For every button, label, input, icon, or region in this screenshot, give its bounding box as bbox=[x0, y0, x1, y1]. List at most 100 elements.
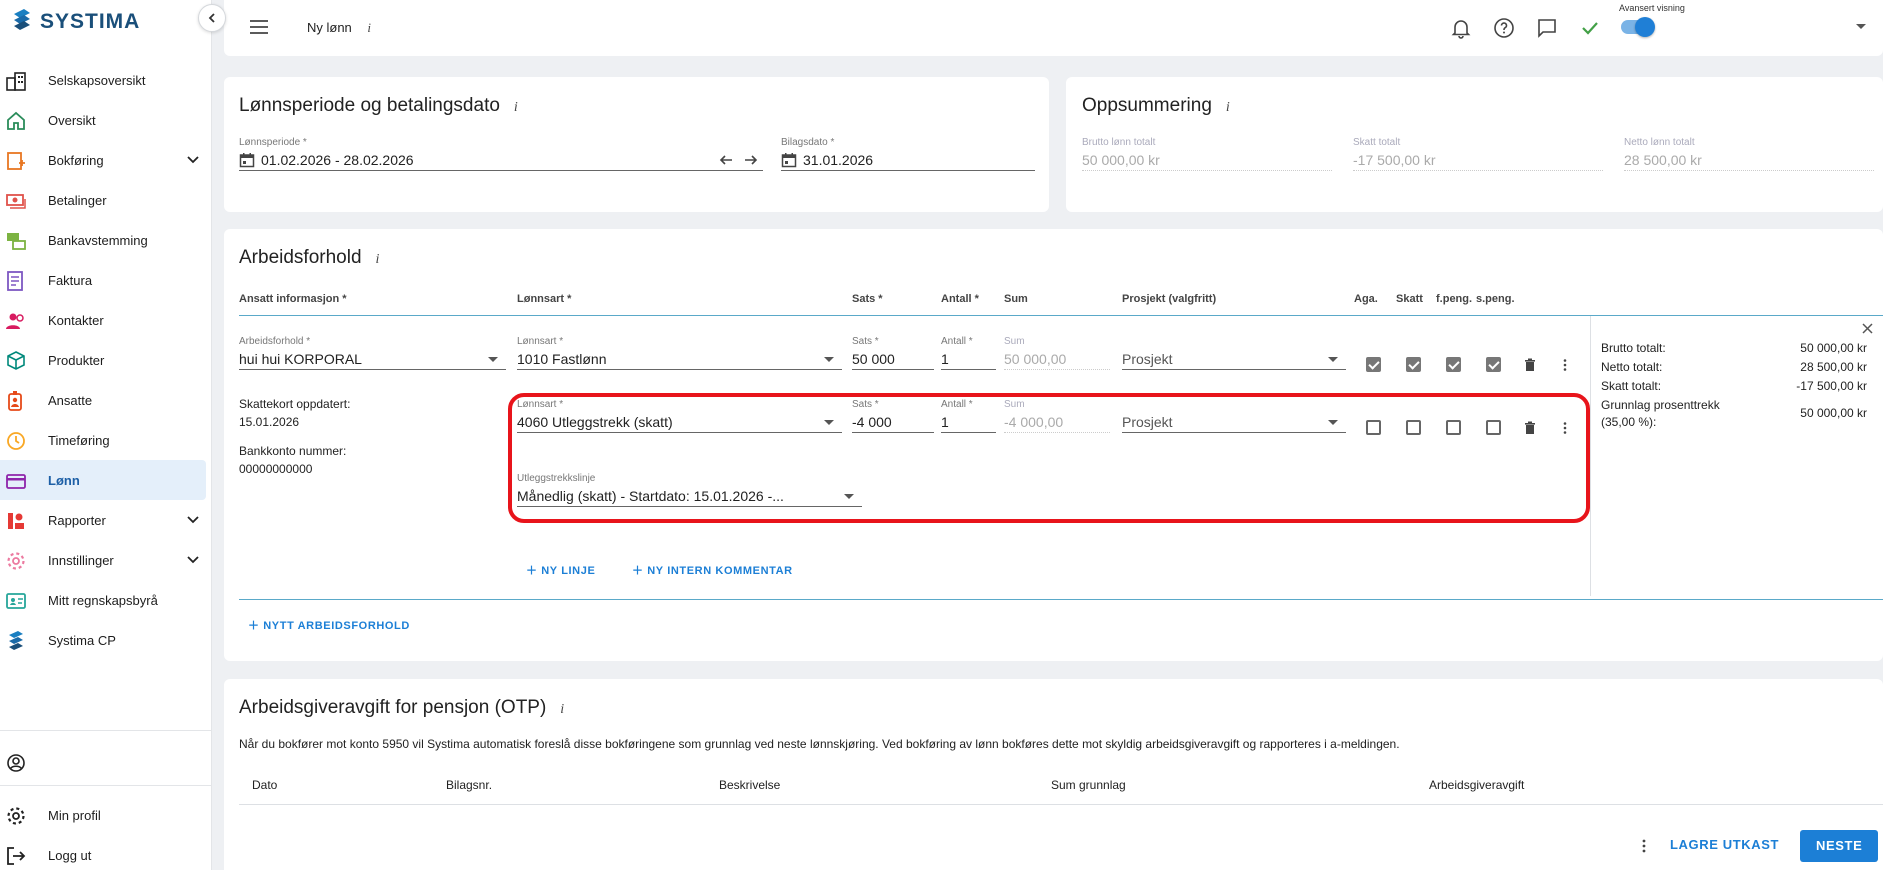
net-total-value: 28 500,00 kr bbox=[1624, 149, 1874, 171]
help-icon[interactable] bbox=[1493, 17, 1515, 39]
rate-input-line-2[interactable]: Sats * -4 000 bbox=[852, 398, 934, 433]
quantity-value[interactable]: 1 bbox=[941, 411, 996, 433]
rate-input-line-1[interactable]: Sats * 50 000 bbox=[852, 335, 934, 370]
accounting-firm-icon bbox=[6, 593, 26, 609]
pay-type-select-line-2[interactable]: Lønnsart * 4060 Utleggstrekk (skatt) bbox=[517, 398, 842, 433]
dropdown-caret[interactable] bbox=[824, 420, 834, 425]
employment-select[interactable]: Arbeidsforhold * hui hui KORPORAL bbox=[239, 335, 506, 370]
rate-value[interactable]: 50 000 bbox=[852, 348, 934, 370]
card-title-text: Arbeidsforhold bbox=[239, 247, 362, 268]
sidebar-item-rapporter[interactable]: Rapporter bbox=[0, 500, 212, 540]
speng-checkbox-line-2[interactable] bbox=[1486, 420, 1501, 435]
gross-total-label: Brutto totalt: bbox=[1601, 341, 1666, 355]
sidebar-item-bokforing[interactable]: Bokføring bbox=[0, 140, 212, 180]
sidebar-item-logg-ut[interactable]: Logg ut bbox=[0, 835, 212, 870]
rate-value[interactable]: -4 000 bbox=[852, 411, 934, 433]
more-vert-icon[interactable] bbox=[1638, 838, 1650, 854]
systima-logo[interactable]: SYSTIMA bbox=[10, 8, 140, 36]
basis-label-1: Grunnlag prosenttrekk bbox=[1601, 398, 1720, 412]
sidebar-item-min-profil[interactable]: Min profil bbox=[0, 795, 212, 835]
dropdown-caret[interactable] bbox=[844, 494, 854, 499]
quantity-input-line-2[interactable]: Antall * 1 bbox=[941, 398, 996, 433]
sidebar-item-timeforing[interactable]: Timeføring bbox=[0, 420, 212, 460]
sidebar-item-innstillinger[interactable]: Innstillinger bbox=[0, 540, 212, 580]
new-line-button[interactable]: ＋ NY LINJE bbox=[526, 562, 595, 578]
info-icon[interactable]: i bbox=[514, 100, 518, 115]
sidebar-item-oversikt[interactable]: Oversikt bbox=[0, 100, 212, 140]
arrow-left-icon[interactable] bbox=[719, 154, 733, 166]
fpeng-checkbox-line-1[interactable] bbox=[1446, 357, 1461, 372]
column-header-voucher-no: Bilagsnr. bbox=[446, 778, 493, 792]
sidebar-item-ansatte[interactable]: Ansatte bbox=[0, 380, 212, 420]
chat-icon[interactable] bbox=[1536, 17, 1558, 39]
project-select-line-2[interactable]: Prosjekt bbox=[1122, 398, 1346, 433]
info-icon[interactable]: i bbox=[560, 702, 564, 717]
dropdown-caret[interactable] bbox=[488, 357, 498, 362]
aga-checkbox-line-2[interactable] bbox=[1366, 420, 1381, 435]
bell-icon[interactable] bbox=[1450, 17, 1472, 39]
project-select-line-1[interactable]: Prosjekt bbox=[1122, 335, 1346, 370]
sidebar-item-systima-cp[interactable]: Systima CP bbox=[0, 620, 212, 660]
info-icon[interactable]: i bbox=[376, 252, 380, 267]
quantity-input-line-1[interactable]: Antall * 1 bbox=[941, 335, 996, 370]
aga-checkbox-line-1[interactable] bbox=[1366, 357, 1381, 372]
quantity-value[interactable]: 1 bbox=[941, 348, 996, 370]
account-circle-icon[interactable] bbox=[6, 753, 26, 773]
pay-period-input[interactable]: 01.02.2026 - 28.02.2026 bbox=[239, 149, 763, 171]
delete-icon[interactable] bbox=[1523, 421, 1537, 435]
check-icon[interactable] bbox=[1579, 17, 1601, 39]
column-header-speng: s.peng. bbox=[1476, 293, 1515, 305]
next-button[interactable]: NESTE bbox=[1800, 830, 1878, 862]
sidebar-item-bankavstemming[interactable]: Bankavstemming bbox=[0, 220, 212, 260]
sidebar-item-produkter[interactable]: Produkter bbox=[0, 340, 212, 380]
sidebar-item-label: Ansatte bbox=[48, 392, 93, 408]
bank-reconciliation-icon bbox=[7, 233, 26, 250]
sidebar-item-faktura[interactable]: Faktura bbox=[0, 260, 212, 300]
bank-account-value: 00000000000 bbox=[239, 462, 313, 476]
tax-total-field: Skatt totalt -17 500,00 kr bbox=[1353, 136, 1603, 171]
field-label: Netto lønn totalt bbox=[1624, 137, 1695, 148]
calendar-icon[interactable] bbox=[781, 152, 797, 168]
sidebar-item-mitt-regnskapsbyra[interactable]: Mitt regnskapsbyrå bbox=[0, 580, 212, 620]
page-title: Ny lønn i bbox=[307, 20, 371, 36]
pay-type-select-line-1[interactable]: Lønnsart * 1010 Fastlønn bbox=[517, 335, 842, 370]
tax-checkbox-line-2[interactable] bbox=[1406, 420, 1421, 435]
deduction-line-select[interactable]: Utleggstrekkslinje Månedlig (skatt) - St… bbox=[517, 472, 862, 507]
tax-checkbox-line-1[interactable] bbox=[1406, 357, 1421, 372]
info-icon[interactable]: i bbox=[367, 20, 371, 35]
more-vert-icon[interactable] bbox=[1558, 358, 1572, 372]
calendar-icon[interactable] bbox=[239, 152, 255, 168]
account-dropdown-caret[interactable] bbox=[1856, 24, 1866, 29]
pay-period-field[interactable]: Lønnsperiode * 01.02.2026 - 28.02.2026 bbox=[239, 136, 763, 171]
more-vert-icon[interactable] bbox=[1558, 421, 1572, 435]
new-internal-comment-button[interactable]: ＋ NY INTERN KOMMENTAR bbox=[632, 562, 793, 578]
section-divider bbox=[239, 599, 1883, 600]
sidebar-item-kontakter[interactable]: Kontakter bbox=[0, 300, 212, 340]
dropdown-caret[interactable] bbox=[824, 357, 834, 362]
menu-icon[interactable] bbox=[250, 20, 268, 34]
plus-icon: ＋ bbox=[248, 620, 264, 632]
delete-icon[interactable] bbox=[1523, 358, 1537, 372]
time-tracking-icon bbox=[7, 432, 25, 450]
save-draft-button[interactable]: LAGRE UTKAST bbox=[1670, 837, 1779, 852]
sidebar-item-betalinger[interactable]: Betalinger bbox=[0, 180, 212, 220]
new-employment-button[interactable]: ＋ NYTT ARBEIDSFORHOLD bbox=[248, 617, 410, 633]
sidebar: SYSTIMA Selskapsoversikt Oversikt Bokfør… bbox=[0, 0, 212, 870]
bank-account-label: Bankkonto nummer: bbox=[239, 444, 347, 458]
arrow-right-icon[interactable] bbox=[744, 154, 758, 166]
speng-checkbox-line-1[interactable] bbox=[1486, 357, 1501, 372]
gross-total-value: 50 000,00 kr bbox=[1082, 149, 1332, 171]
advanced-view-toggle[interactable] bbox=[1621, 17, 1655, 37]
close-icon[interactable] bbox=[1862, 323, 1873, 334]
info-icon[interactable]: i bbox=[1226, 100, 1230, 115]
fpeng-checkbox-line-2[interactable] bbox=[1446, 420, 1461, 435]
dropdown-caret[interactable] bbox=[1328, 420, 1338, 425]
dropdown-caret[interactable] bbox=[1328, 357, 1338, 362]
voucher-date-field[interactable]: Bilagsdato * 31.01.2026 bbox=[781, 136, 1035, 171]
collapse-sidebar-button[interactable] bbox=[198, 4, 226, 32]
chevron-left-icon bbox=[208, 13, 215, 23]
sidebar-item-lonn[interactable]: Lønn bbox=[0, 460, 206, 500]
voucher-date-input[interactable]: 31.01.2026 bbox=[781, 149, 1035, 171]
tax-total-label: Skatt totalt: bbox=[1601, 379, 1662, 393]
sidebar-item-selskapsoversikt[interactable]: Selskapsoversikt bbox=[0, 60, 212, 100]
